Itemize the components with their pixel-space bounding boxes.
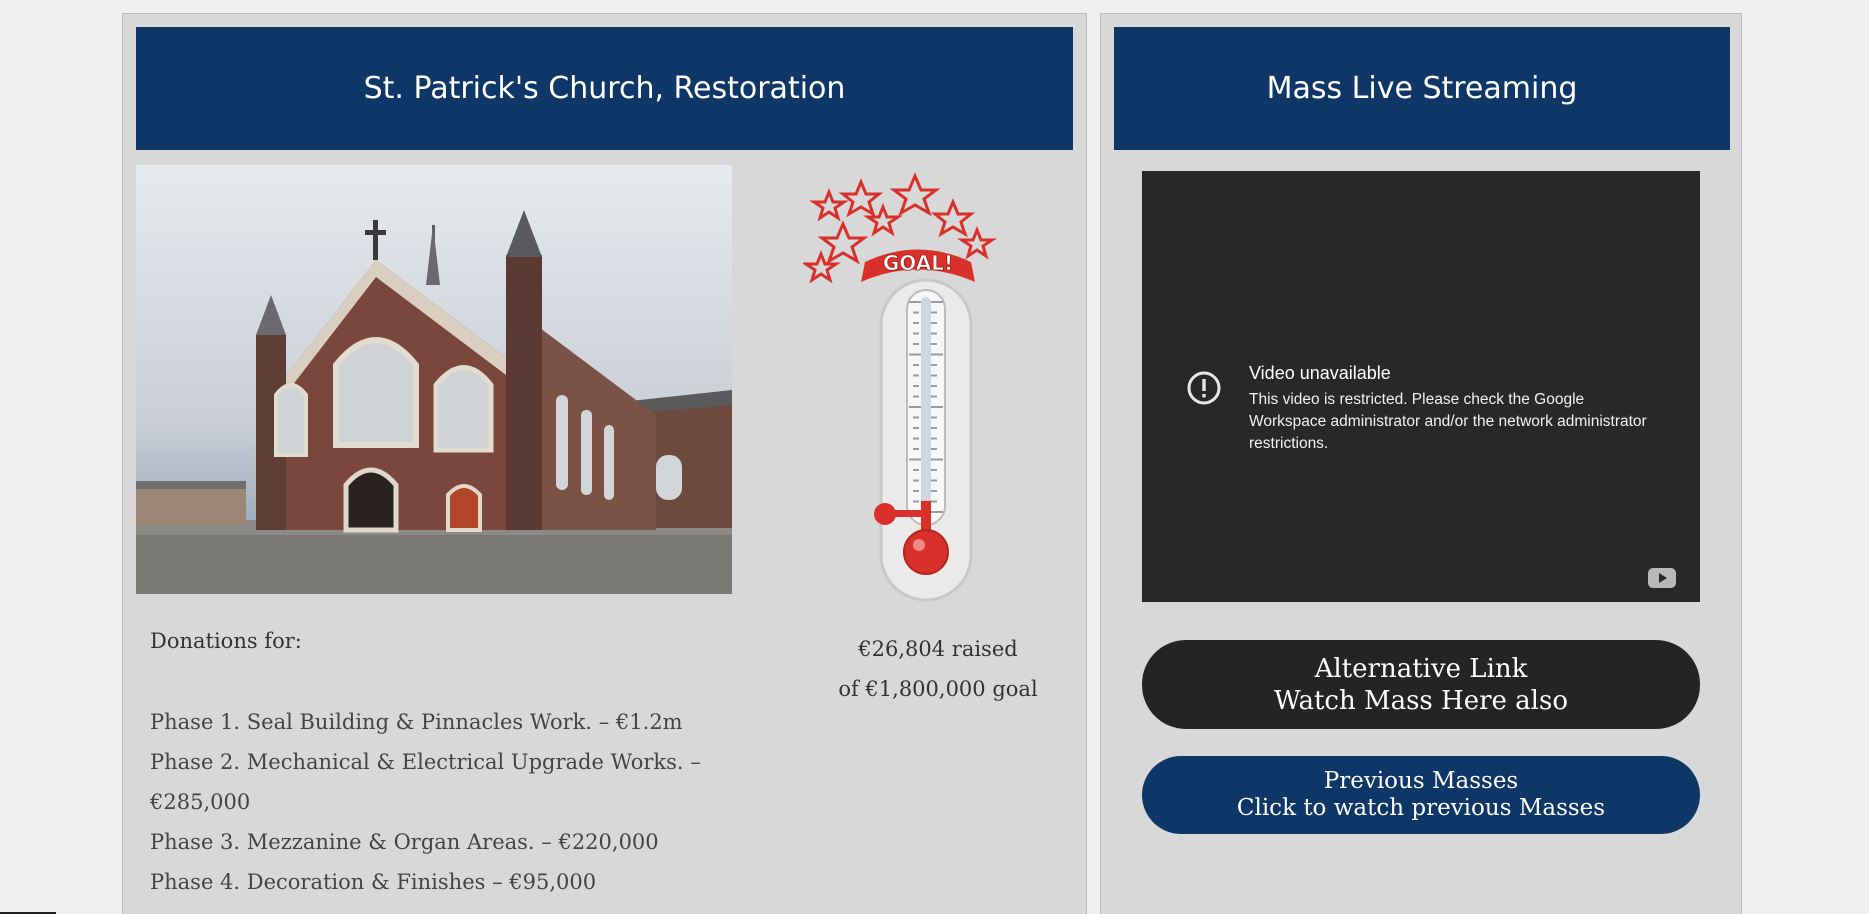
previous-masses-button[interactable]: Previous Masses Click to watch previous …: [1142, 756, 1700, 834]
goal-banner-label: GOAL!: [883, 251, 953, 275]
video-error-message: This video is restricted. Please check t…: [1249, 391, 1647, 452]
church-photo: [136, 165, 732, 594]
amount-raised: €26,804 raised: [858, 637, 1018, 661]
alert-circle-icon: [1187, 371, 1221, 405]
phase-item: Phase 4. Decoration & Finishes – €95,000: [150, 870, 597, 894]
video-player[interactable]: Video unavailable This video is restrict…: [1142, 171, 1700, 602]
donations-label: Donations for:: [150, 629, 302, 653]
previous-masses-line1: Previous Masses: [1323, 768, 1519, 794]
video-error-title: Video unavailable: [1249, 363, 1391, 383]
phase-list: Phase 1. Seal Building & Pinnacles Work.…: [150, 702, 710, 902]
restoration-panel: St. Patrick's Church, Restoration GOAL! …: [122, 13, 1087, 914]
alternative-link-line2: Watch Mass Here also: [1273, 685, 1568, 716]
alternative-link-line1: Alternative Link: [1314, 653, 1528, 684]
restoration-title: St. Patrick's Church, Restoration: [136, 27, 1073, 150]
streaming-panel: Mass Live Streaming Video unavailable Th…: [1100, 13, 1742, 914]
fundraising-goal: of €1,800,000 goal: [838, 677, 1038, 701]
fundraising-thermometer: GOAL!: [803, 172, 997, 602]
phase-item: €285,000: [150, 790, 251, 814]
phase-item: Phase 2. Mechanical & Electrical Upgrade…: [150, 750, 701, 774]
youtube-icon[interactable]: [1648, 568, 1676, 588]
alternative-link-button[interactable]: Alternative Link Watch Mass Here also: [1142, 640, 1700, 729]
phase-item: Phase 3. Mezzanine & Organ Areas. – €220…: [150, 830, 659, 854]
phase-item: Phase 1. Seal Building & Pinnacles Work.…: [150, 710, 683, 734]
streaming-title: Mass Live Streaming: [1114, 27, 1730, 150]
fundraising-status: €26,804 raised of €1,800,000 goal: [798, 629, 1078, 709]
previous-masses-line2: Click to watch previous Masses: [1236, 795, 1606, 821]
